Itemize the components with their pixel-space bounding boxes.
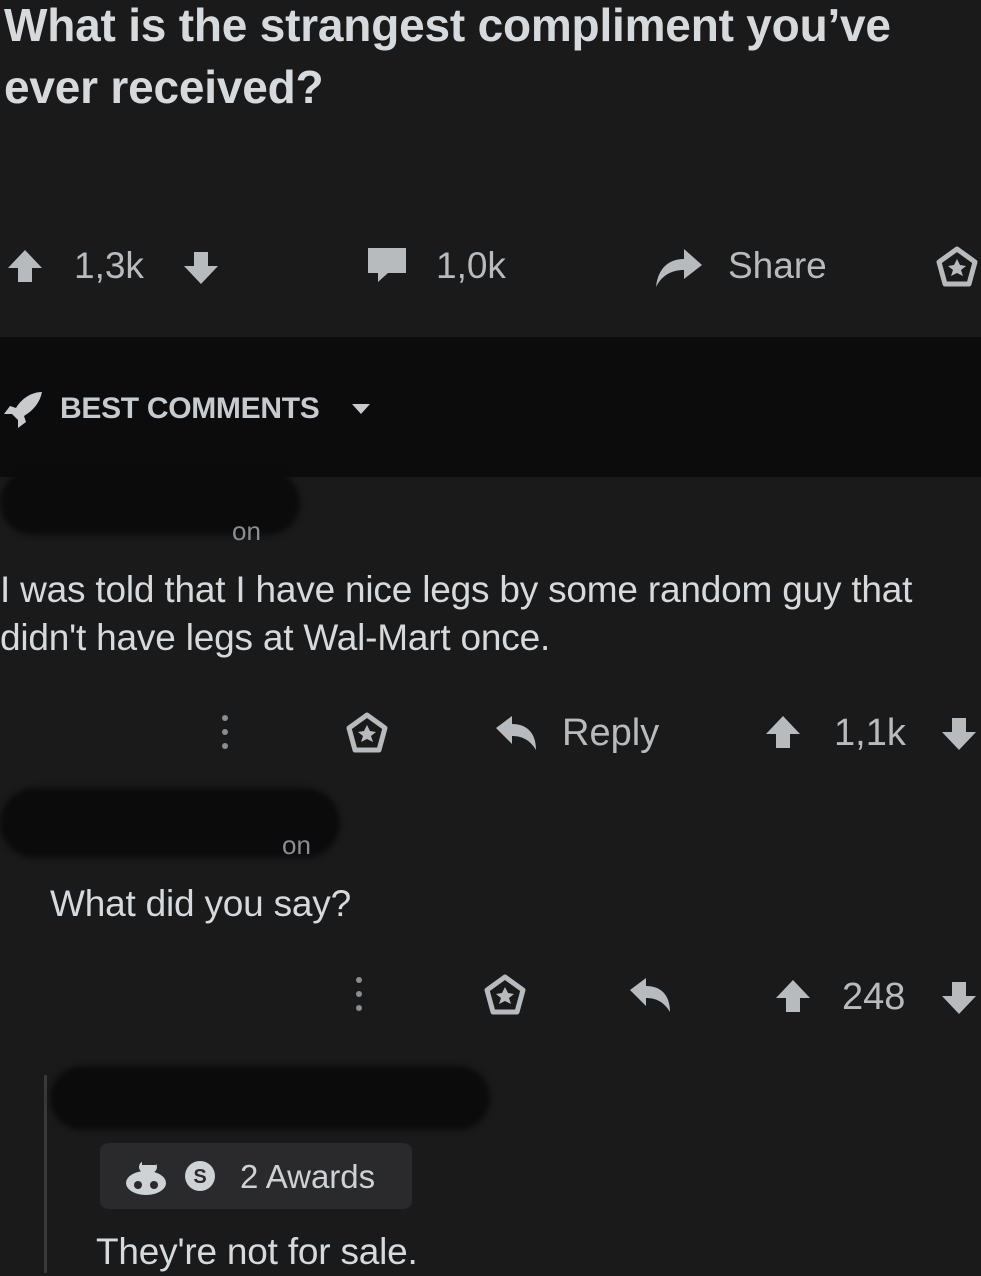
post-comments-button[interactable] [364,245,410,285]
downvote-icon [942,718,976,750]
comment-body: They're not for sale. [96,1231,418,1272]
post-upvote-button[interactable] [6,248,44,284]
upvote-icon [8,250,42,282]
post-downvote-button[interactable] [182,250,220,286]
post-share-label[interactable]: Share [728,245,827,287]
comment-upvote-button[interactable] [764,714,802,750]
comment-downvote-button[interactable] [940,980,978,1016]
thread-line [44,1075,47,1273]
post-share-button[interactable] [652,243,704,289]
comment-upvote-button[interactable] [774,978,812,1014]
comment-downvote-button[interactable] [940,716,978,752]
downvote-icon [942,982,976,1014]
upvote-icon [776,980,810,1012]
silver-award-icon: S [185,1161,215,1191]
comment-meta: on [232,516,261,546]
comment-more-button[interactable] [218,712,232,752]
more-icon [356,977,362,1011]
more-icon [222,715,228,749]
reply-icon [496,716,536,750]
award-icon [126,1159,166,1195]
post-comment-count: 1,0k [436,245,506,286]
comment-score: 1,1k [834,712,906,754]
comment-icon [368,248,406,282]
comment-reply-button[interactable] [626,976,674,1014]
redacted-username [50,1066,490,1130]
post-title: What is the strangest compliment you’ve … [4,0,891,113]
share-icon [656,249,702,287]
awards-badge[interactable]: S 2 Awards [100,1143,412,1209]
downvote-icon [184,252,218,284]
award-icon [346,712,388,753]
reply-icon [630,978,670,1012]
post-award-button[interactable] [936,246,978,288]
svg-text:S: S [193,1166,206,1188]
caret-down-icon [352,404,370,414]
comment-score: 248 [842,976,906,1018]
comment-body: What did you say? [50,883,351,924]
upvote-icon [766,716,800,748]
reply-label: Reply [562,712,660,754]
post-score: 1,3k [74,245,144,286]
awards-count: 2 Awards [240,1158,376,1195]
comment-meta: on [282,830,311,860]
award-icon [936,246,978,287]
award-icon [484,974,526,1015]
comment-award-button[interactable] [346,712,388,754]
comment-body: I was told that I have nice legs by some… [0,569,913,658]
comment-award-button[interactable] [484,974,526,1016]
comment-more-button[interactable] [352,974,366,1014]
rocket-icon [4,392,42,428]
sort-label: BEST COMMENTS [60,392,320,425]
